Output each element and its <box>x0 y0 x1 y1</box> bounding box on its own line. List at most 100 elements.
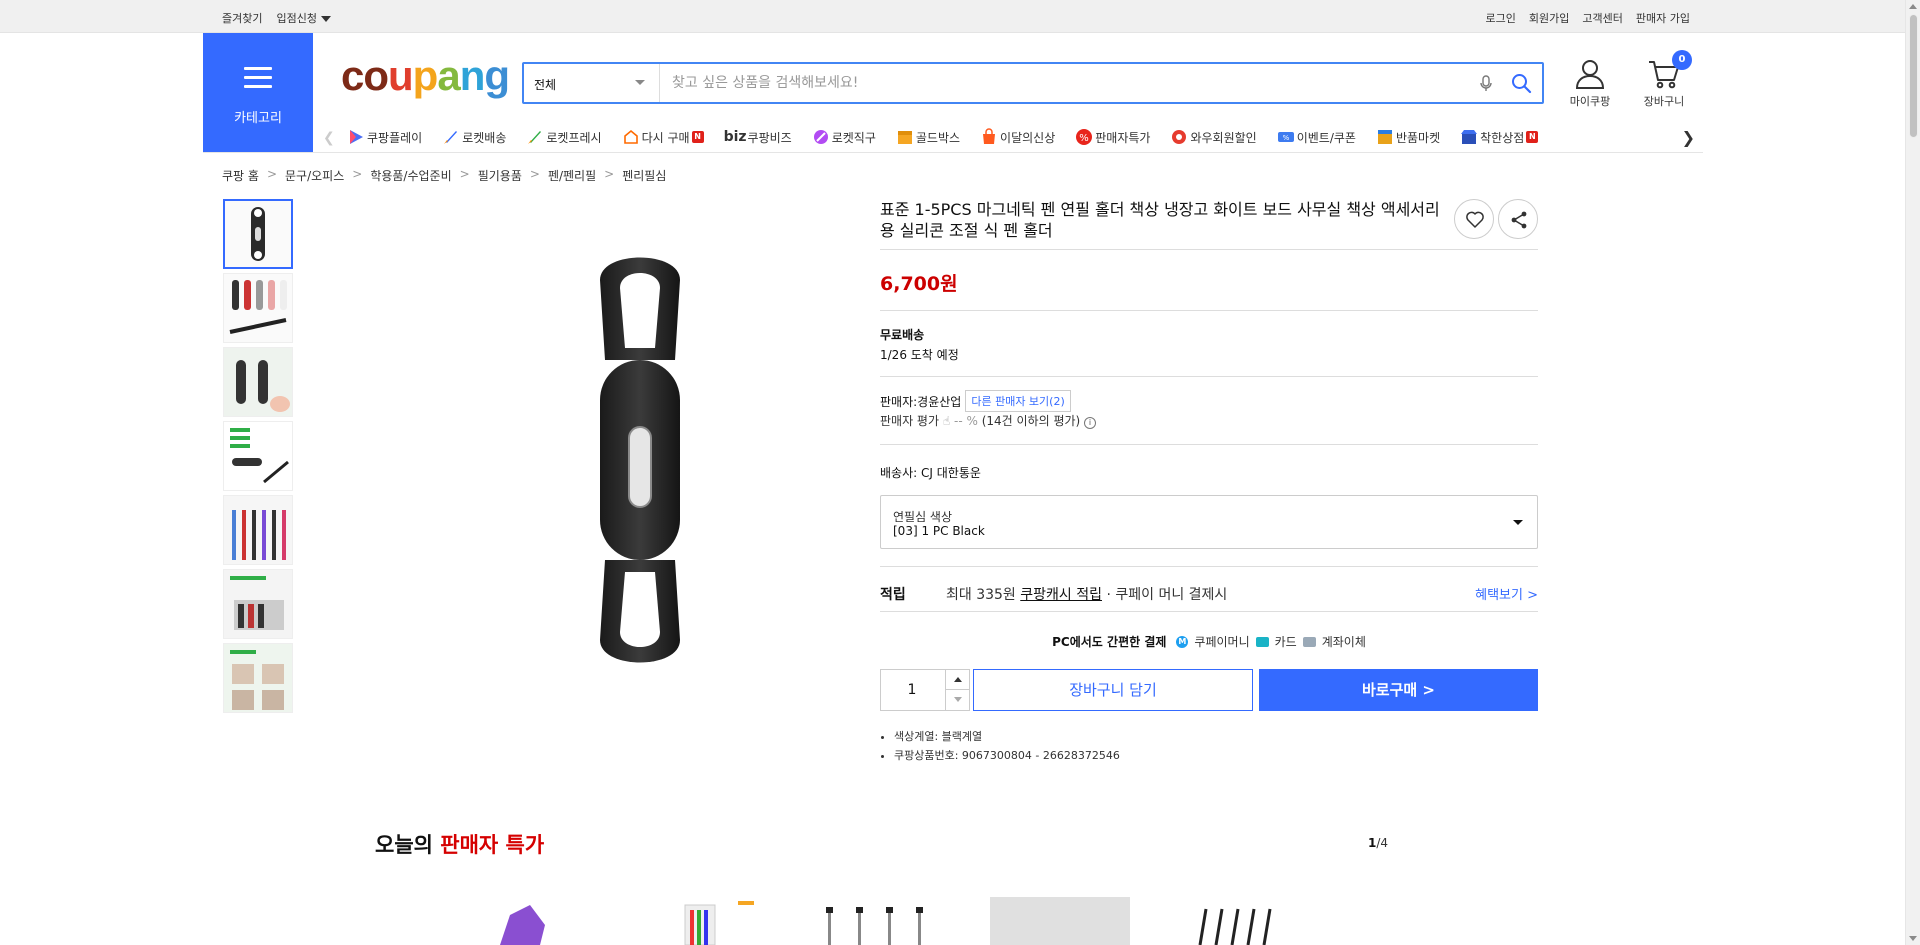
header-divider <box>203 152 1703 153</box>
divider <box>880 611 1538 612</box>
breadcrumb-school-supplies[interactable]: 학용품/수업준비 <box>370 167 451 184</box>
nav-item-new-arrivals[interactable]: 이달의신상 <box>980 128 1055 146</box>
coupang-play-icon <box>350 130 363 144</box>
thumbnail-5[interactable] <box>223 495 293 565</box>
seller-name: 경윤산업 <box>917 394 962 409</box>
quantity-value[interactable]: 1 <box>881 682 943 698</box>
nav-prev-icon[interactable]: ❮ <box>323 130 335 146</box>
breadcrumb-pen-refill[interactable]: 펜/펜리필 <box>548 167 596 184</box>
share-button[interactable] <box>1498 199 1538 239</box>
option-label: 연필심 색상 <box>893 510 953 524</box>
bookmark-link[interactable]: 즐겨찾기 <box>222 10 262 26</box>
cart-button[interactable]: 0 장바구니 <box>1636 50 1692 109</box>
thumb-up-icon: ☝ <box>942 414 951 428</box>
scroll-down-icon[interactable] <box>1909 936 1917 941</box>
other-sellers-button[interactable]: 다른 판매자 보기(2) <box>965 390 1071 412</box>
chevron-right-icon: > <box>352 167 363 181</box>
search-icon[interactable] <box>1510 72 1532 94</box>
breadcrumb-pen-refill-lead[interactable]: 펜리필심 <box>622 167 666 184</box>
thumbnail-1[interactable] <box>223 199 293 269</box>
thumbnail-4[interactable] <box>223 421 293 491</box>
seller-signup-link[interactable]: 판매자 가입 <box>1636 10 1690 26</box>
page-scrollbar[interactable] <box>1905 0 1920 945</box>
info-icon[interactable]: i <box>1084 417 1097 429</box>
vendor-apply-label: 입점신청 <box>276 12 317 25</box>
benefits-link[interactable]: 혜택보기 > <box>1475 584 1538 603</box>
wow-icon <box>1172 130 1187 144</box>
nav-item-return-market[interactable]: 반품마켓 <box>1376 128 1440 146</box>
nav-item-reorder[interactable]: 다시 구매 N <box>622 128 704 146</box>
option-select[interactable]: 연필심 색상 [03] 1 PC Black <box>880 495 1538 549</box>
microphone-icon[interactable] <box>1476 73 1496 93</box>
deals-page-total: /4 <box>1376 836 1389 850</box>
nav-item-events-coupons[interactable]: % 이벤트/쿠폰 <box>1277 128 1356 146</box>
login-link[interactable]: 로그인 <box>1486 10 1516 26</box>
nav-item-wow-discount[interactable]: 와우회원할인 <box>1170 128 1257 146</box>
new-badge: N <box>1526 131 1539 143</box>
chevron-right-icon: > <box>266 167 277 181</box>
main-product-image[interactable] <box>470 220 830 700</box>
divider <box>880 310 1538 311</box>
reward-label: 적립 <box>880 587 906 603</box>
wishlist-button[interactable] <box>1454 199 1494 239</box>
product-title: 표준 1-5PCS 마그네틱 펜 연필 홀더 책상 냉장고 화이트 보드 사무실… <box>880 200 1440 240</box>
good-shop-icon <box>1461 130 1478 144</box>
nav-next-icon[interactable]: ❯ <box>1682 128 1695 147</box>
divider <box>880 249 1538 250</box>
quantity-stepper[interactable]: 1 <box>880 669 970 711</box>
search-scope-value: 전체 <box>534 78 557 92</box>
deal-item-4 <box>990 897 1130 945</box>
rocket-global-icon <box>813 130 828 144</box>
coupon-icon: % <box>1277 132 1294 142</box>
scroll-up-icon[interactable] <box>1909 4 1917 9</box>
thumbnail-7[interactable] <box>223 643 293 713</box>
nav-item-rocket-fresh[interactable]: 로켓프레시 <box>526 128 602 146</box>
breadcrumb-writing[interactable]: 필기용품 <box>478 167 522 184</box>
coupang-logo[interactable]: coupang <box>341 55 510 97</box>
pay-title: PC에서도 간편한 결제 <box>1052 635 1167 649</box>
thumbnail-2[interactable] <box>223 273 293 343</box>
top-utility-bar: 즐겨찾기 입점신청 로그인 회원가입 고객센터 판매자 가입 <box>0 0 1905 33</box>
deal-item-3 <box>826 907 923 945</box>
breadcrumb-home[interactable]: 쿠팡 홈 <box>222 167 259 184</box>
nav-item-seller-deals[interactable]: % 판매자특가 <box>1075 128 1150 146</box>
thumbnail-6[interactable] <box>223 569 293 639</box>
customer-center-link[interactable]: 고객센터 <box>1582 10 1622 26</box>
courier-label: 배송사: <box>880 466 918 480</box>
seller-label: 판매자: <box>880 394 918 409</box>
signup-link[interactable]: 회원가입 <box>1529 10 1569 26</box>
card-icon <box>1255 636 1269 647</box>
rating-label: 판매자 평가 <box>880 414 940 428</box>
nav-item-goldbox[interactable]: 골드박스 <box>896 128 960 146</box>
search-scope-select[interactable]: 전체 <box>524 64 660 102</box>
scroll-thumb[interactable] <box>1909 14 1918 138</box>
search-input[interactable] <box>662 64 1462 102</box>
nav-item-coupang-play[interactable]: 쿠팡플레이 <box>347 128 422 146</box>
add-to-cart-button[interactable]: 장바구니 담기 <box>973 669 1253 711</box>
reward-text: 최대 335원 쿠팡캐시 적립 · 쿠페이 머니 결제시 <box>946 587 1228 603</box>
coupang-cash-link[interactable]: 쿠팡캐시 적립 <box>1020 587 1102 603</box>
svg-text:%: % <box>1079 133 1089 144</box>
my-coupang-button[interactable]: 마이쿠팡 <box>1563 58 1617 109</box>
chevron-down-icon <box>1513 520 1523 525</box>
buy-now-button[interactable]: 바로구매 > <box>1259 669 1538 711</box>
product-price: 6,700원 <box>880 273 958 295</box>
quantity-increase-icon[interactable] <box>945 670 969 690</box>
deal-item-5 <box>1198 908 1272 945</box>
heart-icon <box>1466 211 1484 228</box>
deals-pagination: 1/4 <box>1368 836 1388 850</box>
user-icon <box>1575 60 1605 89</box>
nav-item-rocket-global[interactable]: 로켓직구 <box>812 128 876 146</box>
vendor-apply-link[interactable]: 입점신청 <box>276 10 331 26</box>
biz-icon: biz <box>723 129 747 145</box>
thumbnail-3[interactable] <box>223 347 293 417</box>
nav-item-good-shop[interactable]: 착한상점 N <box>1460 128 1539 146</box>
quantity-decrease-icon[interactable] <box>945 690 969 710</box>
rocket-icon <box>444 131 458 144</box>
breadcrumb-stationery[interactable]: 문구/오피스 <box>285 167 344 184</box>
category-menu-button[interactable]: 카테고리 <box>203 33 313 152</box>
nav-item-coupang-biz[interactable]: biz 쿠팡비즈 <box>724 128 792 146</box>
svg-text:%: % <box>1282 134 1289 142</box>
chevron-right-icon: > <box>604 167 615 181</box>
nav-item-rocket-delivery[interactable]: 로켓배송 <box>442 128 506 146</box>
